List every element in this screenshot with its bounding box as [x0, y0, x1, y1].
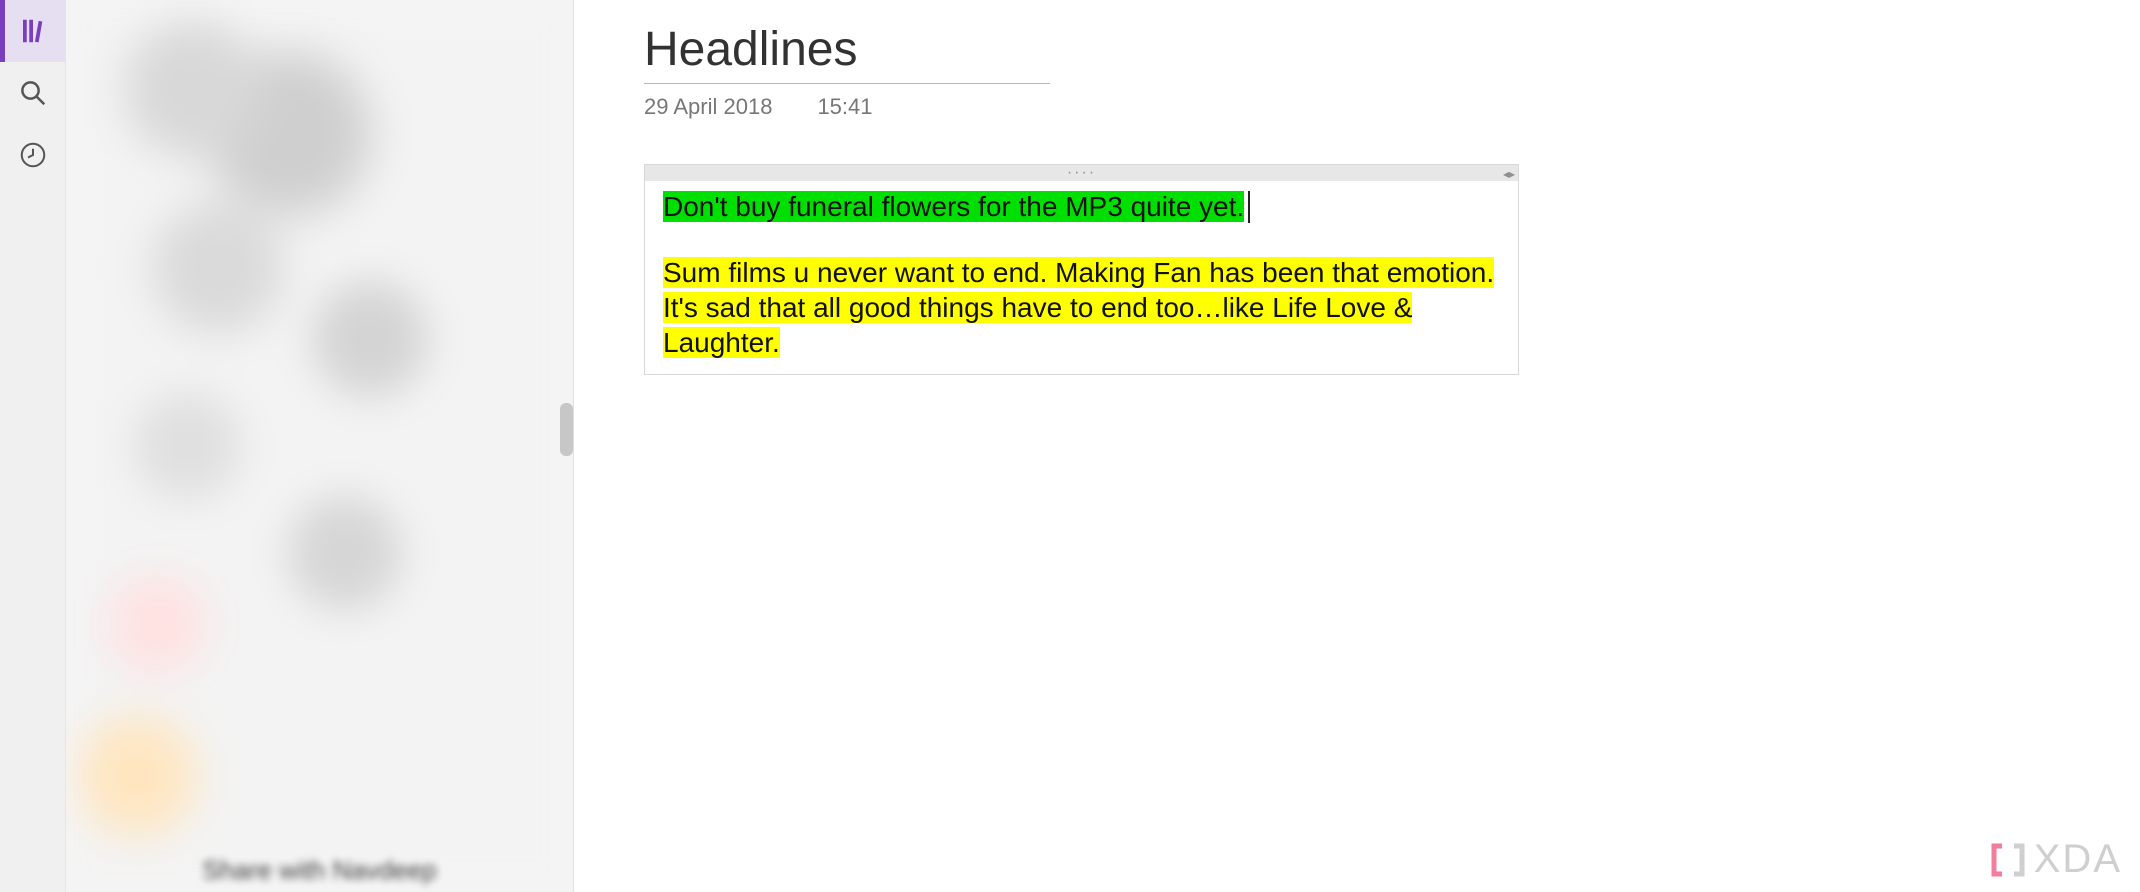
clock-icon: [18, 140, 48, 170]
resize-grip-icon: ◂▸: [1503, 167, 1515, 181]
nav-sidebar: [0, 0, 66, 892]
page-title[interactable]: Headlines: [644, 22, 1050, 84]
highlighted-line-2[interactable]: Sum films u never want to end. Making Fa…: [663, 257, 1494, 358]
books-icon: [18, 16, 48, 46]
drag-dots-icon: ····: [1067, 165, 1096, 181]
xda-watermark-text: XDA: [2034, 837, 2122, 882]
note-container-grip[interactable]: ···· ◂▸: [645, 165, 1518, 181]
notes-list-pane: Share with Navdeep: [66, 0, 574, 892]
sidebar-item-recent[interactable]: [0, 124, 66, 186]
notes-list-blurred: [66, 0, 573, 892]
scrollbar-thumb[interactable]: [560, 403, 573, 456]
highlighted-line-1[interactable]: Don't buy funeral flowers for the MP3 qu…: [663, 191, 1244, 222]
note-container[interactable]: ···· ◂▸ Don't buy funeral flowers for th…: [644, 164, 1519, 375]
note-time: 15:41: [817, 94, 872, 120]
note-body[interactable]: Don't buy funeral flowers for the MP3 qu…: [645, 181, 1518, 374]
text-caret: [1248, 191, 1250, 223]
note-date: 29 April 2018: [644, 94, 772, 120]
search-icon: [18, 78, 48, 108]
sidebar-item-search[interactable]: [0, 62, 66, 124]
xda-watermark: XDA: [1988, 837, 2122, 882]
note-meta: 29 April 2018 15:41: [644, 94, 2080, 120]
share-footer: Share with Navdeep: [66, 855, 573, 886]
sidebar-item-notebooks[interactable]: [0, 0, 66, 62]
editor-pane: Headlines 29 April 2018 15:41 ···· ◂▸ Do…: [574, 0, 2140, 892]
xda-logo-icon: [1988, 840, 2028, 880]
